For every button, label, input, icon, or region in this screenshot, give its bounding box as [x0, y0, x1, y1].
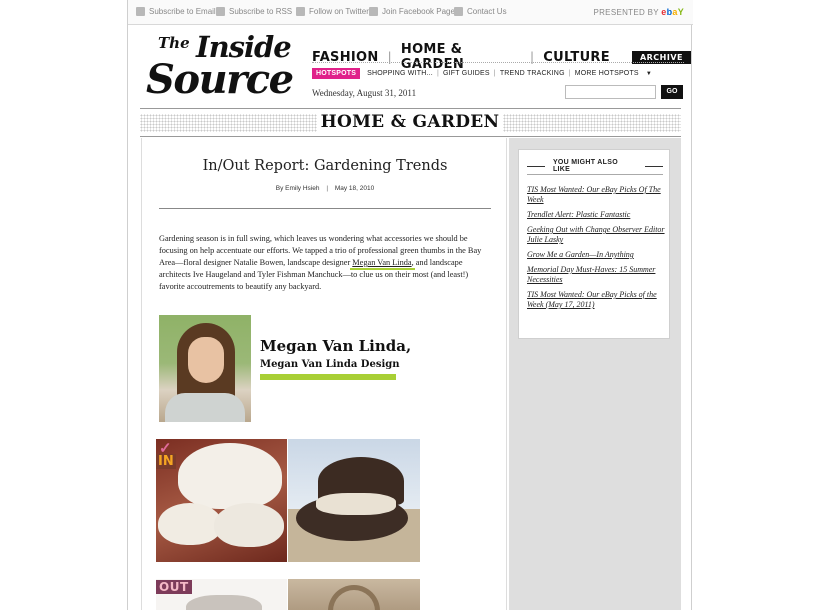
section-title: HOME & GARDEN	[320, 112, 500, 132]
clam-shell-large	[178, 443, 282, 509]
ebay-logo-y: Y	[677, 7, 684, 17]
related-list: TIS Most Wanted: Our eBay Picks Of The W…	[527, 185, 665, 315]
profile-accent-bar	[260, 374, 396, 380]
article-divider	[159, 208, 491, 209]
contact-us-label: Contact Us	[467, 7, 507, 16]
article-intro: Gardening season is in full swing, which…	[159, 233, 493, 293]
ebay-logo[interactable]: ebaY	[661, 7, 684, 17]
out-badge: OUT	[156, 580, 192, 594]
related-title: YOU MIGHT ALSO LIKE	[552, 159, 618, 173]
hotspot-trend-tracking[interactable]: TREND TRACKING	[500, 70, 565, 77]
related-link[interactable]: Memorial Day Must-Haves: 15 Summer Neces…	[527, 265, 665, 285]
related-link[interactable]: TIS Most Wanted: Our eBay Picks Of The W…	[527, 185, 665, 205]
subscribe-rss-link[interactable]: Subscribe to RSS	[216, 7, 292, 16]
subscribe-rss-label: Subscribe to RSS	[229, 7, 293, 16]
avatar	[159, 315, 251, 422]
presented-by-label: PRESENTED BY	[593, 8, 659, 17]
clam-shell-left	[158, 503, 222, 545]
follow-twitter-label: Follow on Twitter	[309, 7, 369, 16]
chevron-down-icon[interactable]: ▼	[646, 71, 652, 77]
utility-bar: Subscribe to Email Subscribe to RSS Foll…	[128, 0, 693, 25]
hotspots-badge: HOTSPOTS	[312, 68, 361, 79]
hotspot-more[interactable]: MORE HOTSPOTS	[575, 70, 639, 77]
follow-twitter-link[interactable]: Follow on Twitter	[296, 7, 369, 16]
fountain-arch	[328, 585, 380, 610]
logo-source: Source	[146, 56, 294, 103]
hotspots-bar: HOTSPOTS SHOPPING WITH... | GIFT GUIDES …	[312, 68, 652, 79]
join-facebook-link[interactable]: Join Facebook Page	[369, 7, 455, 16]
subscribe-email-link[interactable]: Subscribe to Email	[136, 7, 216, 16]
clam-shell-right	[214, 503, 284, 547]
current-date: Wednesday, August 31, 2011	[312, 88, 417, 98]
stone-planter-image: OUT	[156, 579, 287, 610]
search-input[interactable]	[565, 85, 656, 99]
hotspot-separator: |	[568, 70, 571, 77]
stone-shape	[186, 595, 262, 610]
twitter-icon	[296, 7, 305, 16]
page-frame: Subscribe to Email Subscribe to RSS Foll…	[127, 0, 693, 610]
section-dots-left	[140, 114, 317, 132]
byline-separator: |	[326, 185, 329, 192]
profile-name: Megan Van Linda,	[260, 337, 412, 355]
profile-company: Megan Van Linda Design	[260, 359, 400, 370]
nav-divider	[312, 62, 684, 63]
hotspot-separator: |	[436, 70, 439, 77]
site-logo[interactable]: The Inside Source	[146, 30, 306, 103]
avatar-face	[188, 337, 224, 383]
related-divider	[527, 174, 663, 175]
in-badge: ✓ IN	[156, 439, 180, 471]
article-author[interactable]: By Emily Hsieh	[276, 185, 320, 192]
contact-icon	[454, 7, 463, 16]
daybed-image	[288, 439, 420, 562]
rss-icon	[216, 7, 225, 16]
related-articles-box: YOU MIGHT ALSO LIKE TIS Most Wanted: Our…	[518, 149, 670, 339]
presented-by: PRESENTED BY ebaY	[593, 7, 684, 17]
in-label: IN	[156, 454, 176, 469]
section-dots-right	[503, 114, 681, 132]
hotspot-separator: |	[493, 70, 496, 77]
section-rule-top	[140, 108, 681, 109]
related-link[interactable]: Trendlet Alert: Plastic Fantastic	[527, 210, 665, 220]
megan-van-linda-link[interactable]: Megan Van Linda	[352, 258, 411, 267]
daybed-cushion	[316, 493, 396, 515]
avatar-shirt	[165, 393, 245, 422]
join-facebook-label: Join Facebook Page	[382, 7, 455, 16]
email-icon	[136, 7, 145, 16]
heading-line-right	[645, 165, 663, 167]
article-title: In/Out Report: Gardening Trends	[202, 158, 448, 174]
clam-shell-image: ✓ IN	[156, 439, 287, 562]
search-go-button[interactable]: GO	[661, 85, 683, 99]
contact-us-link[interactable]: Contact Us	[454, 7, 507, 16]
logo-the: The	[158, 34, 190, 52]
heading-line-left	[527, 165, 545, 167]
article-byline: By Emily Hsieh | May 18, 2010	[142, 185, 508, 192]
facebook-icon	[369, 7, 378, 16]
related-link[interactable]: Grow Me a Garden—In Anything	[527, 250, 665, 260]
section-rule-bottom	[140, 136, 681, 137]
article-date: May 18, 2010	[334, 185, 375, 192]
related-link[interactable]: TIS Most Wanted: Our eBay Picks of the W…	[527, 290, 665, 310]
fountain-image	[288, 579, 420, 610]
article-column: In/Out Report: Gardening Trends By Emily…	[141, 138, 507, 610]
related-link[interactable]: Geeking Out with Change Observer Editor …	[527, 225, 665, 245]
hotspot-gift-guides[interactable]: GIFT GUIDES	[443, 70, 490, 77]
subscribe-email-label: Subscribe to Email	[149, 7, 216, 16]
hotspot-shopping-with[interactable]: SHOPPING WITH...	[367, 70, 433, 77]
related-heading: YOU MIGHT ALSO LIKE	[519, 159, 671, 173]
